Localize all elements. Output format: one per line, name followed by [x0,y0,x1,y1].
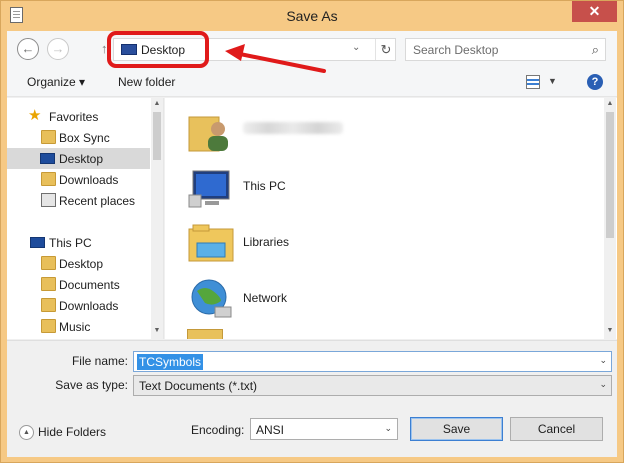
list-item[interactable] [187,105,487,157]
save-as-type-label: Save as type: [55,378,128,392]
scroll-down-arrow-icon[interactable]: ▼ [604,325,616,337]
sidebar-item-label: Documents [59,278,120,292]
sidebar-item-label: Music [59,320,91,334]
scrollbar-thumb[interactable] [153,112,161,160]
documents-folder-icon [41,277,56,291]
cancel-button[interactable]: Cancel [510,417,603,441]
file-item-label: Libraries [243,235,290,249]
folder-icon [41,130,56,144]
sidebar-item-label: This PC [49,236,92,250]
scrollbar-thumb[interactable] [606,112,614,238]
save-as-type-value: Text Documents (*.txt) [139,379,258,393]
chevron-down-icon[interactable]: ⌄ [384,423,392,434]
scroll-down-arrow-icon[interactable]: ▼ [151,325,163,337]
filename-field[interactable]: TCSymbols ⌄ [133,351,612,372]
encoding-label: Encoding: [191,423,245,437]
annotation-arrow [225,44,326,73]
recent-places-icon [41,193,56,207]
title-bar[interactable]: Save As ✕ [1,1,623,31]
sidebar-item-pc-desktop[interactable]: Desktop [7,253,150,274]
sidebar-item-label: Downloads [59,299,119,313]
chevron-down-icon[interactable]: ⌄ [599,379,607,390]
sidebar-item-label: Recent places [59,194,136,208]
folder-icon [41,256,56,270]
sidebar-item-label: Downloads [59,173,119,187]
save-button[interactable]: Save [410,417,503,441]
network-icon [191,279,232,318]
user-folder-icon [188,116,228,152]
list-item[interactable]: Libraries [187,217,487,269]
computer-icon [188,170,230,208]
sidebar-item-box-sync[interactable]: Box Sync [7,127,150,148]
blurred-folder-name [243,122,343,134]
sidebar-item-pc-downloads[interactable]: Downloads [7,295,150,316]
sidebar-item-label: Favorites [49,110,99,124]
navigation-pane: ★ Favorites Box Sync Desktop Downloads R… [7,98,164,339]
encoding-value: ANSI [256,423,285,437]
encoding-select[interactable]: ANSI ⌄ [250,418,398,440]
close-button[interactable]: ✕ [572,1,617,22]
sidebar-item-label: Desktop [59,152,104,166]
computer-icon [30,237,45,248]
downloads-folder-icon [41,298,56,312]
dialog-client-area: ← → ↑ Desktop ⌄ ↻ Search Desktop ⌕ Organ… [7,31,617,457]
libraries-icon [188,224,234,262]
window-title: Save As [286,8,338,24]
list-item[interactable]: This PC [187,161,487,213]
music-folder-icon [41,319,56,333]
filename-label: File name: [71,354,128,368]
sidebar-item-documents[interactable]: Documents [7,274,150,295]
list-item[interactable]: Network [187,273,487,325]
sidebar-item-label: Desktop [59,257,104,271]
file-item-label: This PC [243,179,286,193]
sidebar-item-label: Box Sync [59,131,110,145]
folder-icon [187,329,223,339]
file-item-label: Network [243,291,288,305]
sidebar-item-recent-places[interactable]: Recent places [7,190,150,211]
chevron-down-icon[interactable]: ⌄ [599,355,607,366]
hide-folders-label: Hide Folders [38,425,107,439]
file-list-pane: This PC Libraries Network ▲ ▼ [165,98,617,339]
star-icon: ★ [28,107,42,124]
save-as-dialog: Save As ✕ ← → ↑ Desktop ⌄ ↻ Search Deskt… [0,0,624,463]
file-list-scrollbar[interactable]: ▲ ▼ [604,98,616,339]
sidebar-item-downloads[interactable]: Downloads [7,169,150,190]
collapse-arrow-icon: ▲ [19,425,34,441]
desktop-icon [40,153,55,164]
hide-folders-button[interactable]: ▲ Hide Folders [19,425,107,441]
sidebar-item-this-pc[interactable]: This PC [7,232,150,253]
downloads-folder-icon [41,172,56,186]
sidebar-scrollbar[interactable]: ▲ ▼ [151,98,163,339]
sidebar-item-music[interactable]: Music [7,316,150,337]
save-options-panel: File name: TCSymbols ⌄ Save as type: Tex… [7,340,617,457]
filename-value: TCSymbols [137,354,204,370]
sidebar-item-desktop[interactable]: Desktop [7,148,150,169]
save-as-type-select[interactable]: Text Documents (*.txt) ⌄ [133,375,612,396]
